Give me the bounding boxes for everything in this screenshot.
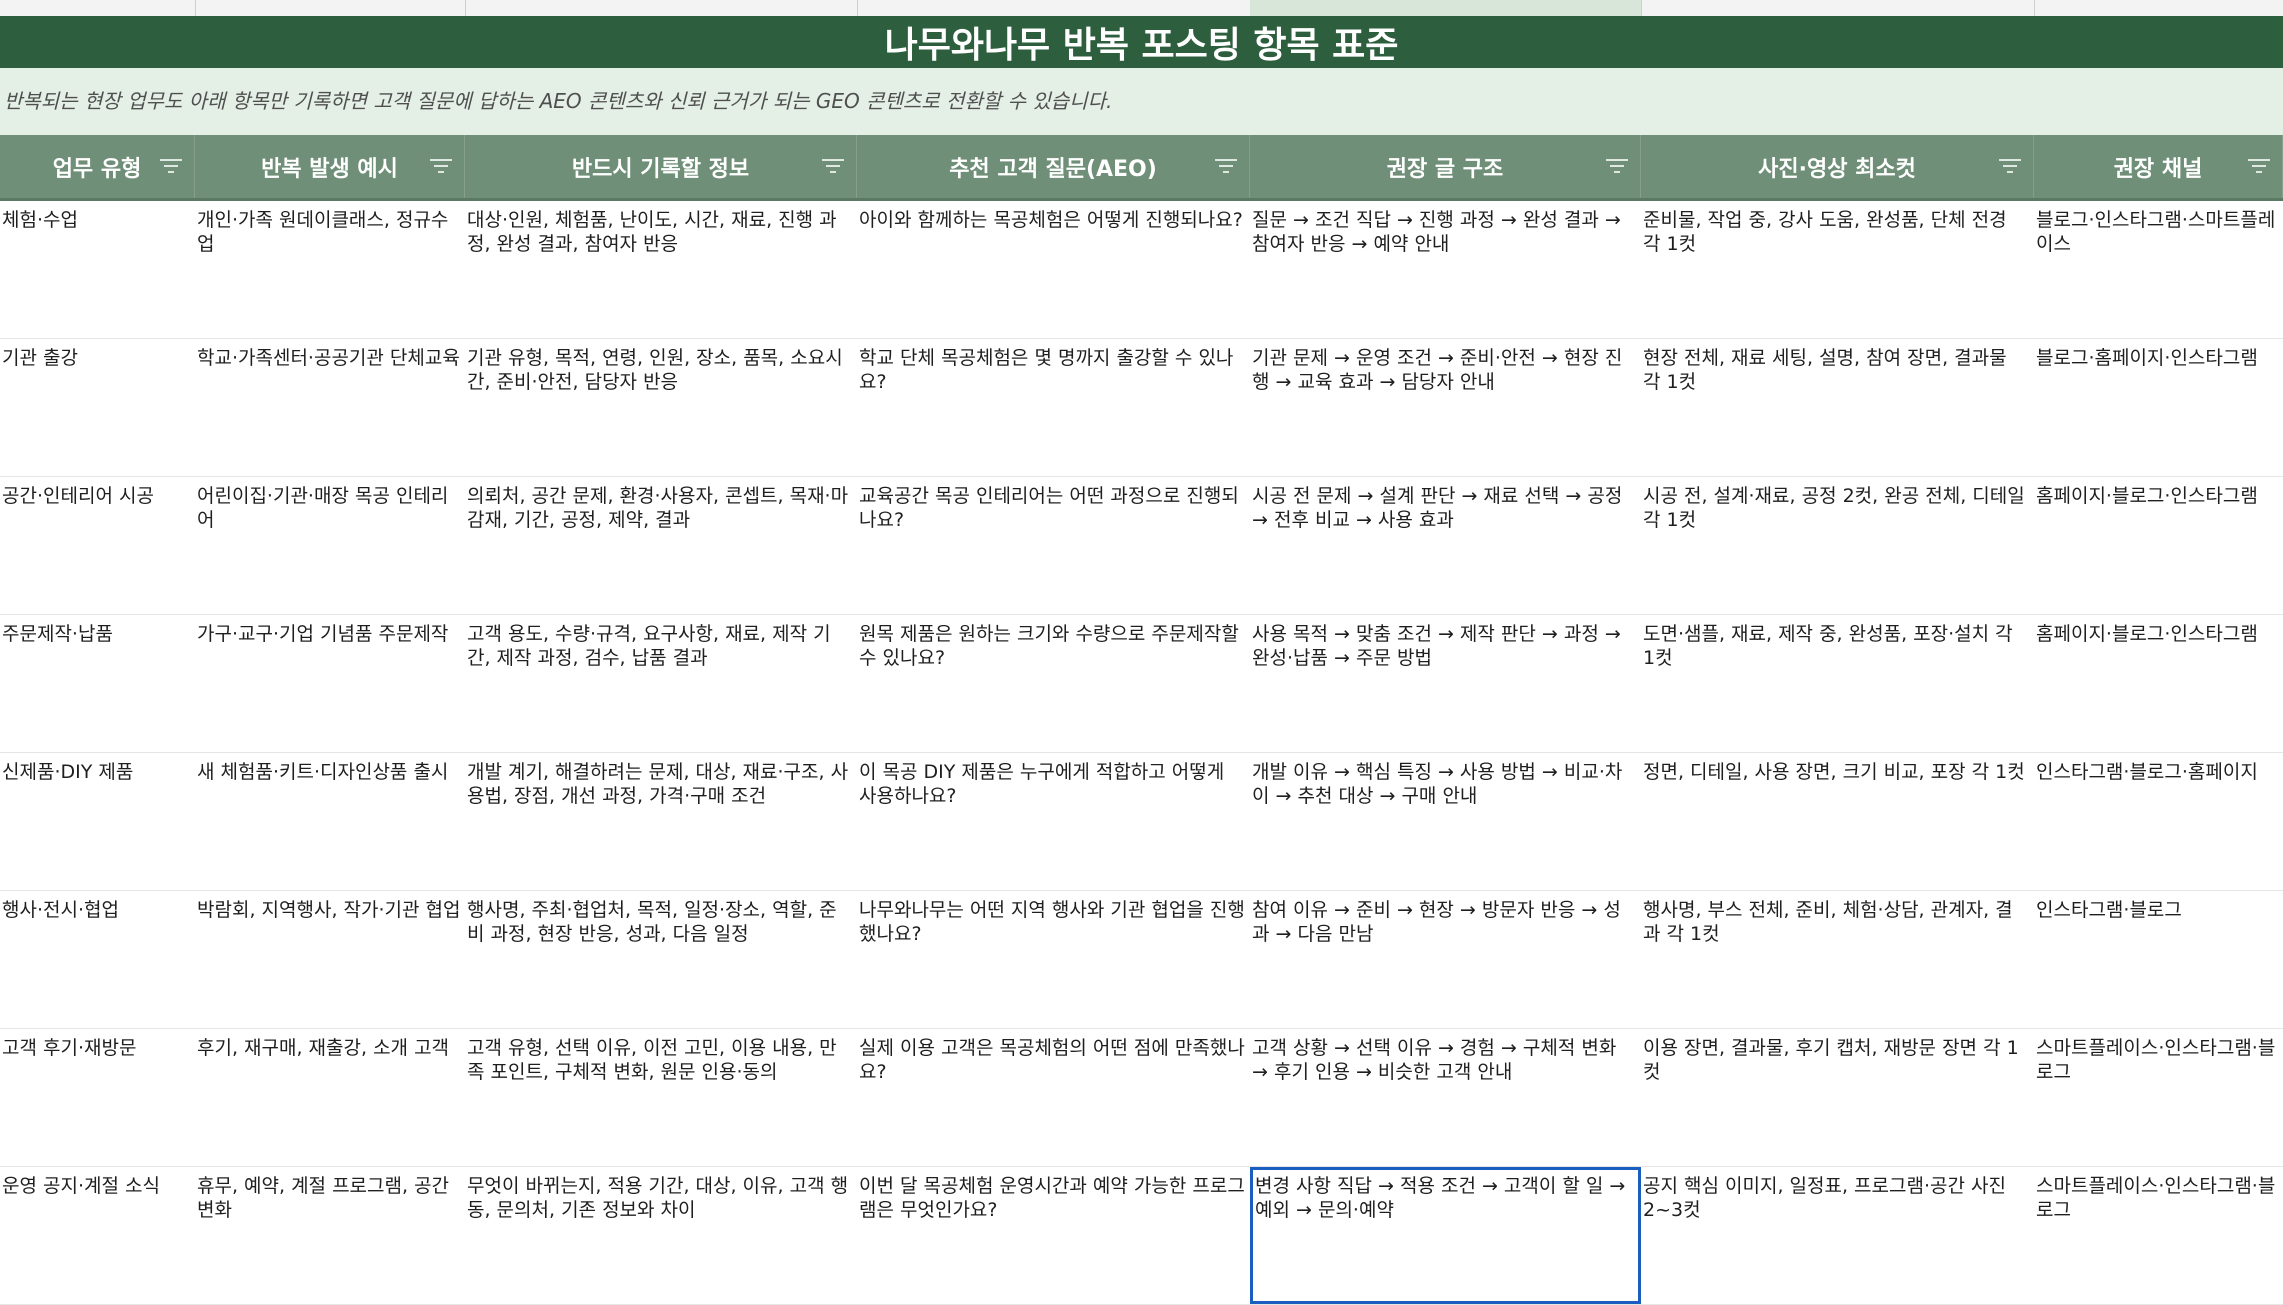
table-cell[interactable]: 교육공간 목공 인테리어는 어떤 과정으로 진행되나요?	[857, 477, 1250, 614]
filter-icon[interactable]	[822, 159, 844, 175]
table-cell[interactable]: 대상·인원, 체험품, 난이도, 시간, 재료, 진행 과정, 완성 결과, 참…	[465, 201, 857, 338]
table-row: 신제품·DIY 제품 새 체험품·키트·디자인상품 출시 개발 계기, 해결하려…	[0, 753, 2283, 891]
table-cell[interactable]: 체험·수업	[0, 201, 195, 338]
sheet-subtitle[interactable]: 반복되는 현장 업무도 아래 항목만 기록하면 고객 질문에 답하는 AEO 콘…	[0, 68, 2283, 135]
filter-icon[interactable]	[1215, 159, 1237, 175]
filter-icon[interactable]	[2248, 159, 2270, 175]
column-letter-strip[interactable]	[0, 0, 2283, 17]
column-letter-g[interactable]	[2034, 0, 2283, 16]
table-cell[interactable]: 이번 달 목공체험 운영시간과 예약 가능한 프로그램은 무엇인가요?	[857, 1167, 1250, 1304]
table-cell[interactable]: 홈페이지·블로그·인스타그램	[2034, 615, 2283, 752]
table-cell[interactable]: 신제품·DIY 제품	[0, 753, 195, 890]
table-cell[interactable]: 고객 상황 → 선택 이유 → 경험 → 구체적 변화 → 후기 인용 → 비슷…	[1250, 1029, 1641, 1166]
table-cell[interactable]: 기관 문제 → 운영 조건 → 준비·안전 → 현장 진행 → 교육 효과 → …	[1250, 339, 1641, 476]
table-cell[interactable]: 이 목공 DIY 제품은 누구에게 적합하고 어떻게 사용하나요?	[857, 753, 1250, 890]
table-cell[interactable]: 나무와나무는 어떤 지역 행사와 기관 협업을 진행했나요?	[857, 891, 1250, 1028]
header-cell[interactable]: 권장 글 구조	[1250, 135, 1641, 198]
table-cell[interactable]: 도면·샘플, 재료, 제작 중, 완성품, 포장·설치 각 1컷	[1641, 615, 2034, 752]
column-letter-b[interactable]	[195, 0, 466, 16]
table-cell[interactable]: 시공 전 문제 → 설계 판단 → 재료 선택 → 공정 → 전후 비교 → 사…	[1250, 477, 1641, 614]
table-cell[interactable]: 학교·가족센터·공공기관 단체교육	[195, 339, 465, 476]
table-cell[interactable]: 공간·인테리어 시공	[0, 477, 195, 614]
table-cell[interactable]: 운영 공지·계절 소식	[0, 1167, 195, 1304]
column-letter-d[interactable]	[857, 0, 1251, 16]
header-label: 추천 고객 질문(AEO)	[949, 156, 1157, 182]
selected-cell[interactable]: 변경 사항 직답 → 적용 조건 → 고객이 할 일 → 예외 → 문의·예약	[1250, 1167, 1641, 1304]
table-cell[interactable]: 무엇이 바뀌는지, 적용 기간, 대상, 이유, 고객 행동, 문의처, 기존 …	[465, 1167, 857, 1304]
table-cell[interactable]: 고객 유형, 선택 이유, 이전 고민, 이용 내용, 만족 포인트, 구체적 …	[465, 1029, 857, 1166]
table-cell[interactable]: 학교 단체 목공체험은 몇 명까지 출강할 수 있나요?	[857, 339, 1250, 476]
table-cell[interactable]: 개발 이유 → 핵심 특징 → 사용 방법 → 비교·차이 → 추천 대상 → …	[1250, 753, 1641, 890]
table-cell[interactable]: 행사·전시·협업	[0, 891, 195, 1028]
table-cell[interactable]: 스마트플레이스·인스타그램·블로그	[2034, 1029, 2283, 1166]
table-cell[interactable]: 박람회, 지역행사, 작가·기관 협업	[195, 891, 465, 1028]
table-cell[interactable]: 의뢰처, 공간 문제, 환경·사용자, 콘셉트, 목재·마감재, 기간, 공정,…	[465, 477, 857, 614]
table-cell[interactable]: 이용 장면, 결과물, 후기 캡처, 재방문 장면 각 1컷	[1641, 1029, 2034, 1166]
column-letter-f[interactable]	[1641, 0, 2035, 16]
table-row: 행사·전시·협업 박람회, 지역행사, 작가·기관 협업 행사명, 주최·협업처…	[0, 891, 2283, 1029]
table-cell[interactable]: 공지 핵심 이미지, 일정표, 프로그램·공간 사진 2~3컷	[1641, 1167, 2034, 1304]
table-cell[interactable]: 가구·교구·기업 기념품 주문제작	[195, 615, 465, 752]
filter-icon[interactable]	[1999, 159, 2021, 175]
column-letter-c[interactable]	[465, 0, 858, 16]
table-cell[interactable]: 준비물, 작업 중, 강사 도움, 완성품, 단체 전경 각 1컷	[1641, 201, 2034, 338]
column-letter-e[interactable]	[1250, 0, 1642, 16]
table-row: 주문제작·납품 가구·교구·기업 기념품 주문제작 고객 용도, 수량·규격, …	[0, 615, 2283, 753]
table-cell[interactable]: 시공 전, 설계·재료, 공정 2컷, 완공 전체, 디테일 각 1컷	[1641, 477, 2034, 614]
header-cell[interactable]: 반드시 기록할 정보	[465, 135, 857, 198]
header-label: 권장 채널	[2113, 156, 2203, 182]
header-label: 반드시 기록할 정보	[571, 156, 750, 182]
table-cell[interactable]: 어린이집·기관·매장 목공 인테리어	[195, 477, 465, 614]
header-label: 업무 유형	[52, 156, 142, 182]
table-cell[interactable]: 원목 제품은 원하는 크기와 수량으로 주문제작할 수 있나요?	[857, 615, 1250, 752]
table-cell[interactable]: 사용 목적 → 맞춤 조건 → 제작 판단 → 과정 → 완성·납품 → 주문 …	[1250, 615, 1641, 752]
header-label: 권장 글 구조	[1386, 156, 1504, 182]
table-cell[interactable]: 정면, 디테일, 사용 장면, 크기 비교, 포장 각 1컷	[1641, 753, 2034, 890]
table-row: 체험·수업 개인·가족 원데이클래스, 정규수업 대상·인원, 체험품, 난이도…	[0, 201, 2283, 339]
table-cell[interactable]: 블로그·홈페이지·인스타그램	[2034, 339, 2283, 476]
table-cell[interactable]: 아이와 함께하는 목공체험은 어떻게 진행되나요?	[857, 201, 1250, 338]
table-header: 업무 유형 반복 발생 예시 반드시 기록할 정보 추천 고객 질문(AEO) …	[0, 135, 2283, 201]
table-row: 기관 출강 학교·가족센터·공공기관 단체교육 기관 유형, 목적, 연령, 인…	[0, 339, 2283, 477]
sheet-title[interactable]: 나무와나무 반복 포스팅 항목 표준	[0, 16, 2283, 68]
table-cell[interactable]: 개인·가족 원데이클래스, 정규수업	[195, 201, 465, 338]
table-cell[interactable]: 새 체험품·키트·디자인상품 출시	[195, 753, 465, 890]
table-cell[interactable]: 기관 출강	[0, 339, 195, 476]
table-cell[interactable]: 휴무, 예약, 계절 프로그램, 공간 변화	[195, 1167, 465, 1304]
table-cell[interactable]: 개발 계기, 해결하려는 문제, 대상, 재료·구조, 사용법, 장점, 개선 …	[465, 753, 857, 890]
header-label: 반복 발생 예시	[261, 156, 398, 182]
table-cell[interactable]: 행사명, 주최·협업처, 목적, 일정·장소, 역할, 준비 과정, 현장 반응…	[465, 891, 857, 1028]
column-letter-a[interactable]	[0, 0, 196, 16]
table-row: 고객 후기·재방문 후기, 재구매, 재출강, 소개 고객 고객 유형, 선택 …	[0, 1029, 2283, 1167]
table-cell[interactable]: 인스타그램·블로그	[2034, 891, 2283, 1028]
header-cell[interactable]: 사진·영상 최소컷	[1641, 135, 2034, 198]
table-cell[interactable]: 홈페이지·블로그·인스타그램	[2034, 477, 2283, 614]
table-cell[interactable]: 블로그·인스타그램·스마트플레이스	[2034, 201, 2283, 338]
header-cell[interactable]: 추천 고객 질문(AEO)	[857, 135, 1250, 198]
table-cell[interactable]: 참여 이유 → 준비 → 현장 → 방문자 반응 → 성과 → 다음 만남	[1250, 891, 1641, 1028]
table-cell[interactable]: 현장 전체, 재료 세팅, 설명, 참여 장면, 결과물 각 1컷	[1641, 339, 2034, 476]
filter-icon[interactable]	[430, 159, 452, 175]
table-cell[interactable]: 후기, 재구매, 재출강, 소개 고객	[195, 1029, 465, 1166]
table-cell[interactable]: 인스타그램·블로그·홈페이지	[2034, 753, 2283, 890]
table-cell[interactable]: 행사명, 부스 전체, 준비, 체험·상담, 관계자, 결과 각 1컷	[1641, 891, 2034, 1028]
header-cell[interactable]: 반복 발생 예시	[195, 135, 465, 198]
table-cell[interactable]: 고객 후기·재방문	[0, 1029, 195, 1166]
table-cell[interactable]: 질문 → 조건 직답 → 진행 과정 → 완성 결과 → 참여자 반응 → 예약…	[1250, 201, 1641, 338]
table-cell[interactable]: 고객 용도, 수량·규격, 요구사항, 재료, 제작 기간, 제작 과정, 검수…	[465, 615, 857, 752]
table-cell[interactable]: 주문제작·납품	[0, 615, 195, 752]
table-cell[interactable]: 기관 유형, 목적, 연령, 인원, 장소, 품목, 소요시간, 준비·안전, …	[465, 339, 857, 476]
header-cell[interactable]: 업무 유형	[0, 135, 195, 198]
table-cell[interactable]: 스마트플레이스·인스타그램·블로그	[2034, 1167, 2283, 1304]
table-row: 공간·인테리어 시공 어린이집·기관·매장 목공 인테리어 의뢰처, 공간 문제…	[0, 477, 2283, 615]
header-label: 사진·영상 최소컷	[1758, 156, 1916, 182]
filter-icon[interactable]	[160, 159, 182, 175]
table-row: 운영 공지·계절 소식 휴무, 예약, 계절 프로그램, 공간 변화 무엇이 바…	[0, 1167, 2283, 1305]
table-cell[interactable]: 실제 이용 고객은 목공체험의 어떤 점에 만족했나요?	[857, 1029, 1250, 1166]
filter-icon[interactable]	[1606, 159, 1628, 175]
header-cell[interactable]: 권장 채널	[2034, 135, 2283, 198]
